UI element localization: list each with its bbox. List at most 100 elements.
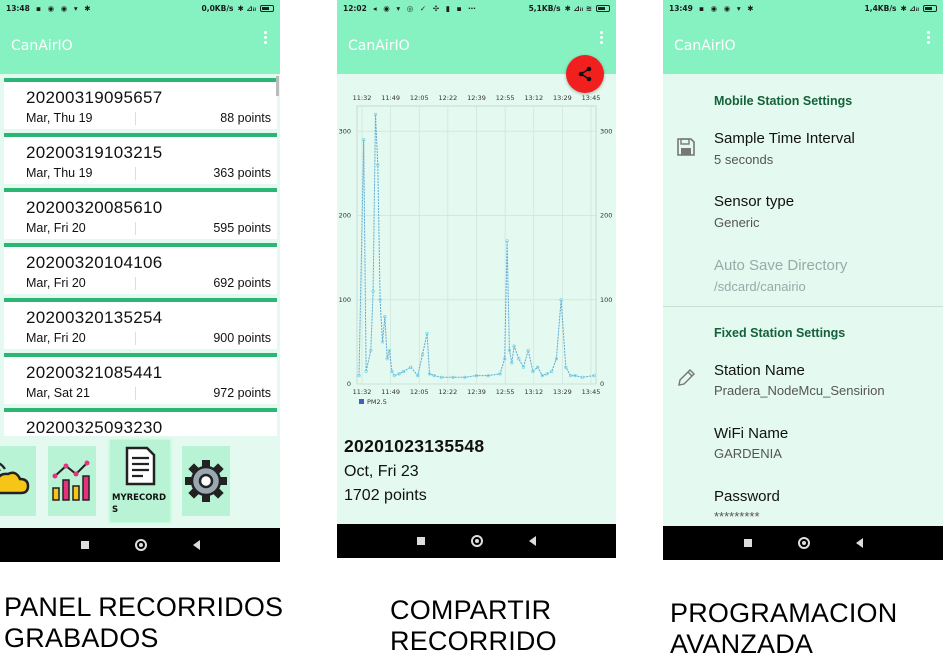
tile-myrecords[interactable]: MYRECORDS bbox=[110, 440, 170, 522]
setting-value: ********* bbox=[714, 509, 760, 524]
cloud-icon bbox=[0, 462, 30, 495]
share-button[interactable] bbox=[566, 55, 604, 93]
status-time: 13:48 bbox=[6, 4, 30, 13]
y-tick-label-right: 300 bbox=[600, 127, 612, 135]
record-date: Mar, Fri 20 bbox=[26, 221, 86, 235]
record-points: 595 points bbox=[213, 221, 271, 235]
record-name: 20201023135548 bbox=[344, 436, 485, 456]
record-chart[interactable]: 11:32 11:32 11:49 11:49 12:05 12:05 12:22 12:22… bbox=[337, 74, 616, 430]
caption-line: PANEL RECORRIDOS bbox=[4, 592, 284, 622]
x-tick-label: 12:55 bbox=[496, 388, 515, 396]
settings-panel-screenshot: 13:49 ▪ ◉ ◉ ▾ ✱ 1,4KB/s ✱ ⊿ᵢₗ CanAirIO M… bbox=[663, 0, 943, 560]
y-tick-label-right: 200 bbox=[600, 212, 612, 220]
y-tick-label-right: 100 bbox=[600, 296, 612, 304]
caption-settings: PROGRAMACION AVANZADA bbox=[670, 598, 897, 660]
home-icon[interactable] bbox=[134, 539, 147, 551]
x-tick-label: 12:22 bbox=[439, 388, 458, 396]
app-title: CanAirIO bbox=[348, 37, 410, 54]
legend-swatch bbox=[359, 399, 364, 404]
record-date: Oct, Fri 23 bbox=[344, 463, 419, 480]
setting-title: Sample Time Interval bbox=[714, 130, 855, 147]
record-date: Mar, Fri 20 bbox=[26, 276, 86, 290]
bottom-tile-bar: MYRECORDS bbox=[0, 436, 280, 528]
recents-icon[interactable] bbox=[743, 539, 752, 547]
setting-value: GARDENIA bbox=[714, 446, 782, 461]
status-bar: 13:48 ▪ ◉ ◉ ▾ ✱ 0,0KB/s ✱ ⊿ᵢₗ bbox=[0, 0, 280, 17]
caption-line: AVANZADA bbox=[670, 629, 814, 659]
gear-icon bbox=[185, 460, 227, 502]
caption-line: RECORRIDO bbox=[390, 626, 557, 656]
record-points: 88 points bbox=[220, 111, 271, 125]
record-card[interactable]: 20200321085441 Mar, Sat 21 972 points bbox=[4, 353, 277, 404]
x-tick-label-top: 13:29 bbox=[553, 94, 572, 102]
battery-icon bbox=[923, 5, 937, 12]
battery-icon bbox=[596, 5, 610, 12]
caption-share: COMPARTIR RECORRIDO bbox=[390, 595, 557, 657]
x-tick-label-top: 13:45 bbox=[582, 94, 601, 102]
bar-chart-icon bbox=[52, 460, 90, 501]
fixed-settings-header: Fixed Station Settings bbox=[714, 326, 846, 340]
overflow-menu-icon[interactable] bbox=[600, 31, 604, 46]
overflow-menu-icon[interactable] bbox=[927, 31, 931, 46]
separator bbox=[135, 112, 136, 125]
back-icon[interactable] bbox=[529, 536, 536, 546]
app-title: CanAirIO bbox=[11, 37, 73, 54]
y-tick-label-right: 0 bbox=[600, 380, 604, 388]
record-card[interactable]: 20200319095657 Mar, Thu 19 88 points bbox=[4, 78, 277, 129]
save-icon bbox=[677, 138, 695, 156]
settings-list: Mobile Station Settings Sample Time Inte… bbox=[663, 74, 943, 526]
home-icon[interactable] bbox=[797, 537, 810, 549]
setting-title: WiFi Name bbox=[714, 425, 789, 442]
network-speed: 5,1KB/s bbox=[528, 4, 561, 13]
pencil-icon bbox=[678, 369, 695, 386]
scrollbar[interactable] bbox=[276, 76, 279, 96]
document-icon bbox=[125, 446, 156, 486]
record-date: Mar, Fri 20 bbox=[26, 331, 86, 345]
x-tick-label-top: 11:49 bbox=[381, 94, 400, 102]
record-card[interactable]: 20200320085610 Mar, Fri 20 595 points bbox=[4, 188, 277, 239]
caption-line: PROGRAMACION bbox=[670, 598, 898, 628]
recents-icon[interactable] bbox=[80, 541, 89, 549]
app-bar: CanAirIO bbox=[663, 17, 943, 74]
notification-icons: ◂ ◉ ▾ ◎ ✓ ✣ ▮ ▪ ⋯ bbox=[372, 4, 478, 13]
record-card[interactable]: 20200320135254 Mar, Fri 20 900 points bbox=[4, 298, 277, 349]
record-points: 972 points bbox=[213, 386, 271, 400]
setting-value: /sdcard/canairio bbox=[714, 279, 806, 294]
android-nav-bar bbox=[663, 526, 943, 560]
y-tick-label: 200 bbox=[339, 212, 351, 220]
record-card[interactable]: 20200325093230 bbox=[4, 408, 277, 436]
separator bbox=[135, 222, 136, 235]
separator bbox=[135, 167, 136, 180]
record-name: 20200321085441 bbox=[26, 363, 163, 382]
record-card[interactable]: 20200319103215 Mar, Thu 19 363 points bbox=[4, 133, 277, 184]
x-tick-label: 11:32 bbox=[353, 388, 372, 396]
recents-icon[interactable] bbox=[417, 537, 425, 545]
setting-value: Generic bbox=[714, 215, 760, 230]
setting-title: Sensor type bbox=[714, 193, 795, 210]
caption-records: PANEL RECORRIDOS GRABADOS bbox=[4, 592, 283, 654]
record-date: Mar, Sat 21 bbox=[26, 386, 90, 400]
record-name: 20200320135254 bbox=[26, 308, 163, 327]
notification-icons: ▪ ◉ ◉ ▾ ✱ bbox=[698, 4, 756, 13]
home-icon[interactable] bbox=[471, 535, 483, 547]
separator bbox=[135, 332, 136, 345]
mobile-settings-header: Mobile Station Settings bbox=[714, 94, 853, 108]
back-icon[interactable] bbox=[192, 540, 200, 550]
record-info: 20201023135548 Oct, Fri 23 1702 points bbox=[344, 436, 484, 505]
status-time: 13:49 bbox=[669, 4, 693, 13]
status-bar: 13:49 ▪ ◉ ◉ ▾ ✱ 1,4KB/s ✱ ⊿ᵢₗ bbox=[663, 0, 943, 17]
records-list[interactable]: 20200319095657 Mar, Thu 19 88 points 202003… bbox=[0, 74, 280, 436]
record-card[interactable]: 20200320104106 Mar, Fri 20 692 points bbox=[4, 243, 277, 294]
overflow-menu-icon[interactable] bbox=[264, 31, 268, 46]
x-tick-label: 12:05 bbox=[410, 388, 429, 396]
x-tick-label: 13:29 bbox=[553, 388, 572, 396]
app-bar: CanAirIO bbox=[0, 17, 280, 74]
tile-cloud[interactable] bbox=[0, 446, 36, 516]
notification-icons: ▪ ◉ ◉ ▾ ✱ bbox=[35, 4, 93, 13]
back-icon[interactable] bbox=[855, 538, 863, 548]
setting-title: Auto Save Directory bbox=[714, 257, 848, 274]
x-tick-label-top: 11:32 bbox=[353, 94, 372, 102]
tile-charts[interactable] bbox=[48, 446, 96, 516]
tile-settings[interactable] bbox=[182, 446, 230, 516]
x-tick-label: 13:12 bbox=[524, 388, 543, 396]
